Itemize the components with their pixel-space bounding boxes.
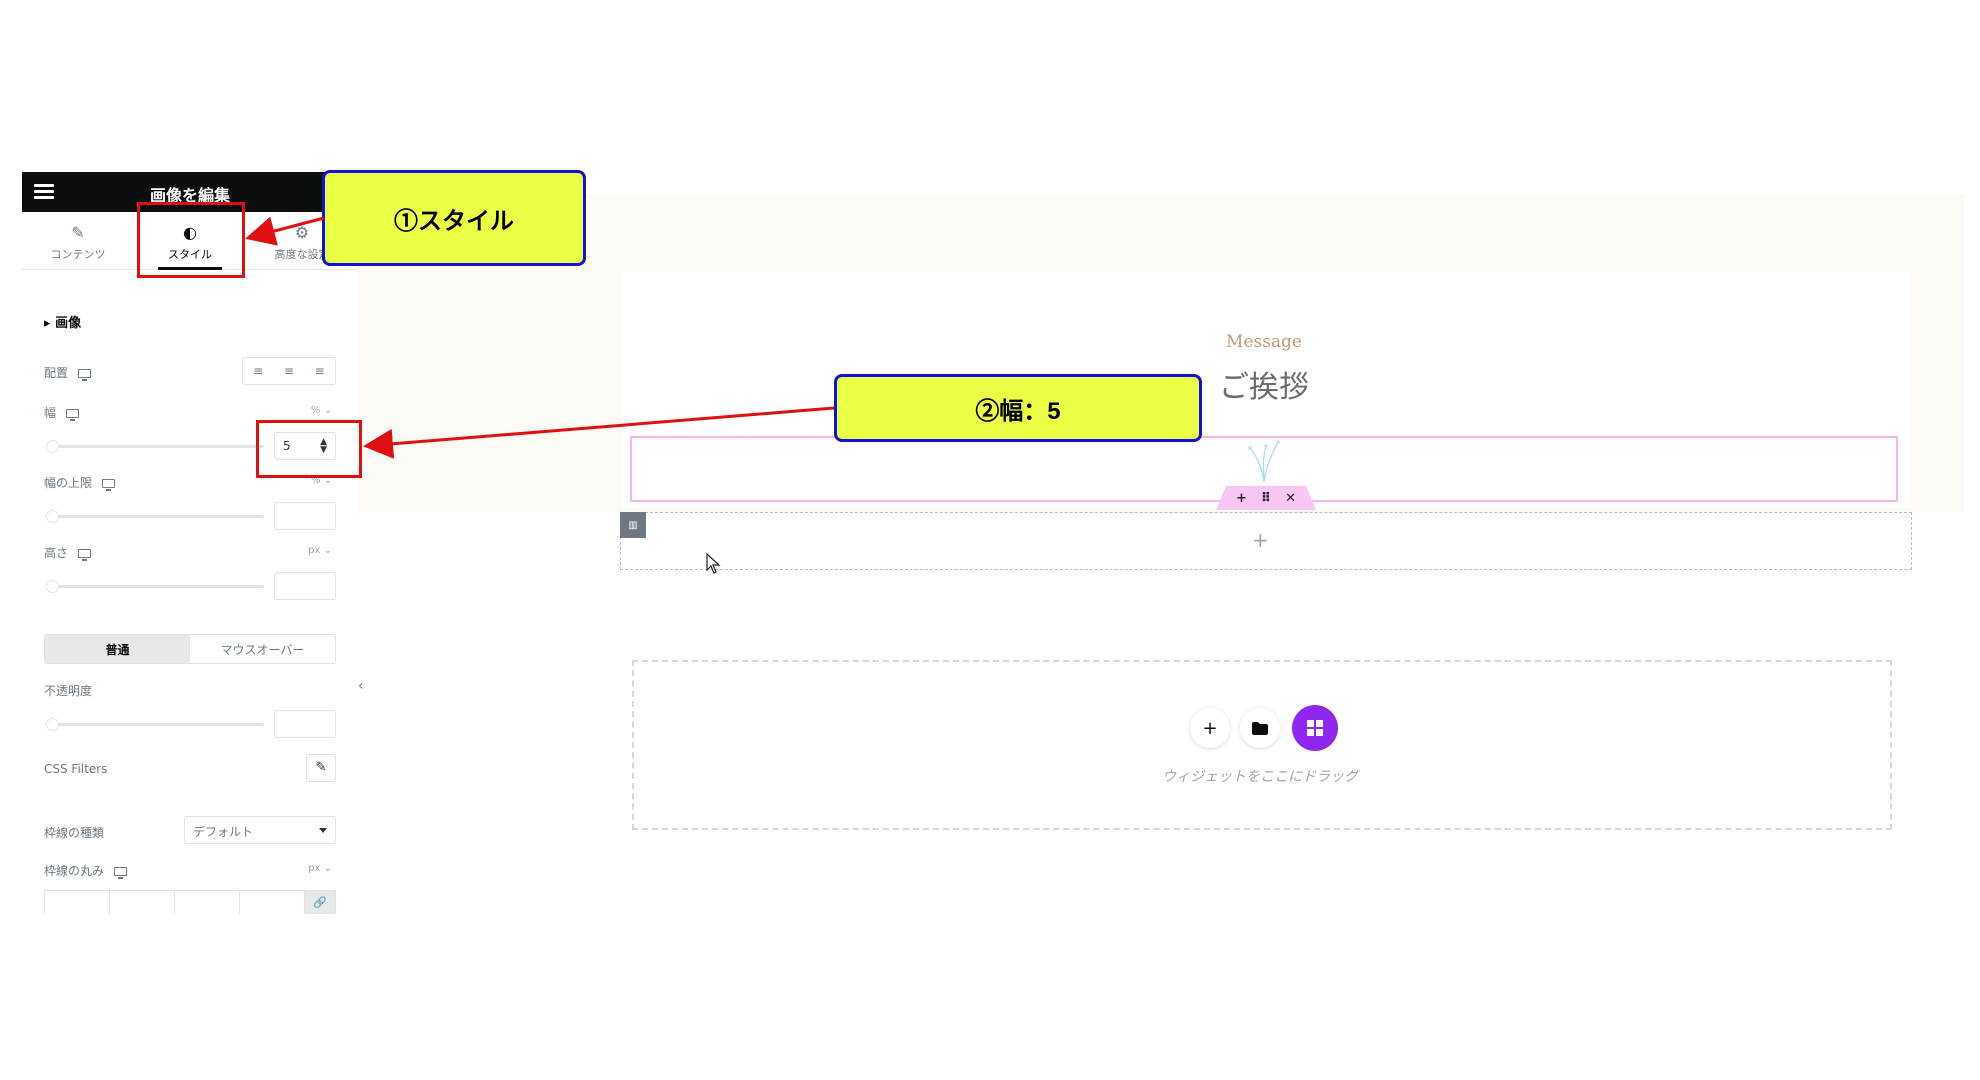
border-type-value: デフォルト xyxy=(193,825,254,839)
max-width-input[interactable] xyxy=(274,502,336,530)
css-filters-edit-button[interactable]: ✎ xyxy=(306,754,336,782)
radius-left-input[interactable] xyxy=(240,891,305,914)
radius-right-input[interactable] xyxy=(110,891,175,914)
screenshot-stage: 画像を編集 ✎ コンテンツ ◐ スタイル ⚙ 高度な設定 ▸ 画像 配置 ≡ ≡… xyxy=(0,0,1980,1080)
border-radius-inputs: 🔗 xyxy=(44,890,336,914)
border-radius-label-text: 枠線の丸み xyxy=(44,864,105,878)
height-label: 高さ xyxy=(44,544,92,561)
callout-step-2: ②幅：5 xyxy=(834,374,1202,442)
state-switch: 普通 マウスオーバー xyxy=(44,634,336,664)
opacity-label: 不透明度 xyxy=(44,684,93,698)
height-slider[interactable] xyxy=(46,580,264,593)
highlight-width-input xyxy=(256,420,362,478)
state-normal-tab[interactable]: 普通 xyxy=(45,635,190,663)
message-heading-en: Message xyxy=(1226,332,1302,352)
slider-handle[interactable] xyxy=(46,580,59,593)
desktop-icon[interactable] xyxy=(66,409,80,421)
align-right-icon[interactable]: ≡ xyxy=(304,358,335,384)
radius-top-input[interactable] xyxy=(45,891,110,914)
slider-handle[interactable] xyxy=(46,510,59,523)
border-radius-label: 枠線の丸み xyxy=(44,862,128,879)
height-label-text: 高さ xyxy=(44,546,69,560)
callout-step-1: ①スタイル xyxy=(322,170,586,266)
max-width-slider[interactable] xyxy=(46,510,264,523)
border-type-label: 枠線の種類 xyxy=(44,826,105,840)
drop-zone-text: ウィジェットをここにドラッグ xyxy=(1162,769,1358,785)
opacity-slider[interactable] xyxy=(46,718,264,731)
row-add-icon[interactable]: + xyxy=(1252,528,1269,552)
alignment-label-text: 配置 xyxy=(44,366,69,380)
add-section-button[interactable]: + xyxy=(1190,708,1230,748)
align-left-icon[interactable]: ≡ xyxy=(243,358,274,384)
grid-icon xyxy=(1307,720,1323,736)
desktop-icon[interactable] xyxy=(78,549,92,561)
widget-toolbar: + ⠿ ✕ xyxy=(1216,486,1316,510)
tab-content[interactable]: ✎ コンテンツ xyxy=(22,212,134,270)
pencil-icon: ✎ xyxy=(315,760,327,775)
border-type-select[interactable]: デフォルト xyxy=(184,816,336,844)
alignment-buttons: ≡ ≡ ≡ xyxy=(242,357,336,385)
border-radius-unit-select[interactable]: px ⌄ xyxy=(308,863,332,874)
slider-handle[interactable] xyxy=(46,718,59,731)
drag-handle-icon[interactable]: ⠿ xyxy=(1261,491,1271,506)
desktop-icon[interactable] xyxy=(78,369,92,381)
add-template-button[interactable] xyxy=(1240,708,1280,748)
height-unit: px xyxy=(308,545,321,556)
width-unit-select[interactable]: % ⌄ xyxy=(311,405,332,416)
column-handle-icon[interactable]: ▥ xyxy=(620,512,646,538)
close-icon[interactable]: ✕ xyxy=(1285,491,1296,506)
state-hover-tab[interactable]: マウスオーバー xyxy=(190,635,335,663)
width-label-text: 幅 xyxy=(44,406,57,420)
radius-bottom-input[interactable] xyxy=(175,891,240,914)
highlight-style-tab xyxy=(137,202,245,278)
mouse-cursor-icon xyxy=(706,553,721,574)
border-radius-unit: px xyxy=(308,863,321,874)
editor-panel: 画像を編集 ✎ コンテンツ ◐ スタイル ⚙ 高度な設定 ▸ 画像 配置 ≡ ≡… xyxy=(22,172,358,914)
slider-handle[interactable] xyxy=(46,440,59,453)
width-label: 幅 xyxy=(44,404,80,421)
collapse-panel-icon[interactable]: ‹ xyxy=(358,678,364,694)
pencil-icon: ✎ xyxy=(71,223,85,242)
max-width-label-text: 幅の上限 xyxy=(44,476,93,490)
section-image-title: 画像 xyxy=(55,316,82,331)
height-input[interactable] xyxy=(274,572,336,600)
kit-library-button[interactable] xyxy=(1292,705,1338,751)
align-center-icon[interactable]: ≡ xyxy=(274,358,305,384)
flower-illustration xyxy=(1248,440,1280,482)
folder-icon xyxy=(1252,721,1268,735)
plus-icon: + xyxy=(1202,717,1218,739)
css-filters-label: CSS Filters xyxy=(44,762,108,776)
tab-content-label: コンテンツ xyxy=(50,248,106,261)
opacity-input[interactable] xyxy=(274,710,336,738)
link-icon[interactable]: 🔗 xyxy=(305,891,335,914)
desktop-icon[interactable] xyxy=(114,867,128,879)
alignment-label: 配置 xyxy=(44,364,92,381)
width-slider[interactable] xyxy=(46,440,264,453)
section-image-toggle[interactable]: ▸ 画像 xyxy=(44,312,81,331)
height-unit-select[interactable]: px ⌄ xyxy=(308,545,332,556)
desktop-icon[interactable] xyxy=(102,479,116,491)
width-unit: % xyxy=(310,405,321,416)
add-icon[interactable]: + xyxy=(1236,491,1247,506)
max-width-label: 幅の上限 xyxy=(44,474,116,491)
